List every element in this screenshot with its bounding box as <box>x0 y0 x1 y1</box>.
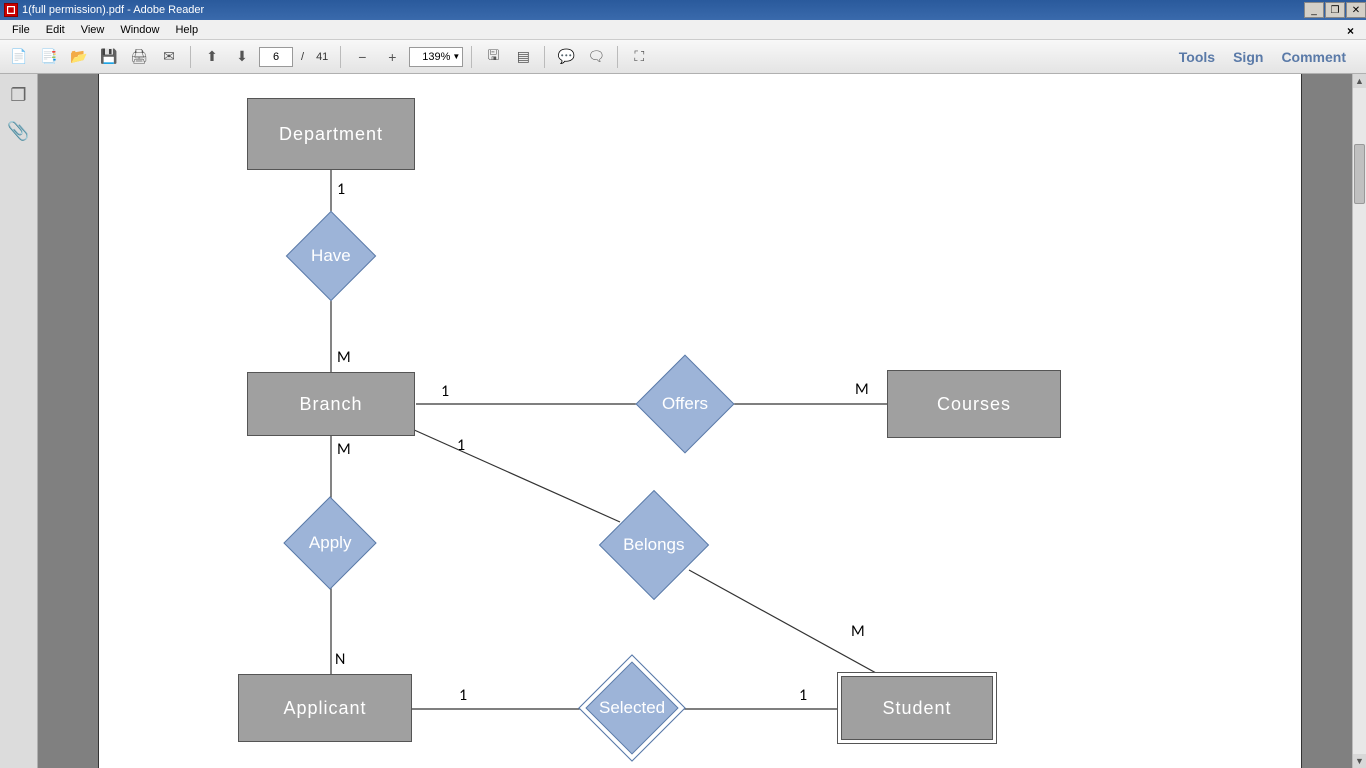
comment-button[interactable]: Comment <box>1281 49 1346 65</box>
entity-student: Student <box>837 672 997 744</box>
page-separator: / <box>297 51 308 63</box>
page-up-icon[interactable]: ⬆ <box>199 44 225 70</box>
email-icon[interactable]: ✉ <box>156 44 182 70</box>
read-mode-icon[interactable]: ⛶ <box>626 44 652 70</box>
page-total: 41 <box>312 51 332 63</box>
window-title: 1(full permission).pdf - Adobe Reader <box>22 4 204 16</box>
card-dept-have: 1 <box>337 180 345 199</box>
zoom-select[interactable]: 139%▼ <box>409 47 463 67</box>
menu-window[interactable]: Window <box>112 22 167 38</box>
menu-edit[interactable]: Edit <box>38 22 73 38</box>
create-pdf-icon[interactable]: 📑 <box>36 44 62 70</box>
page-number-input[interactable] <box>259 47 293 67</box>
menu-help[interactable]: Help <box>167 22 206 38</box>
comment-icon[interactable]: 💬 <box>553 44 579 70</box>
thumbnails-icon[interactable]: ❐ <box>8 84 30 106</box>
pdf-page: Department Branch Courses Applicant Stud… <box>98 74 1302 768</box>
entity-courses: Courses <box>887 370 1061 438</box>
card-have-branch: M <box>337 348 351 367</box>
export-pdf-icon[interactable]: 📄 <box>6 44 32 70</box>
card-belongs-student: M <box>851 622 865 641</box>
er-diagram: Department Branch Courses Applicant Stud… <box>99 74 1301 768</box>
scroll-thumb[interactable] <box>1354 144 1365 204</box>
close-button[interactable]: ✕ <box>1346 2 1366 18</box>
page-down-icon[interactable]: ⬇ <box>229 44 255 70</box>
sign-button[interactable]: Sign <box>1233 49 1263 65</box>
card-applicant-selected: 1 <box>459 686 467 705</box>
save-copy-icon[interactable]: 🖫 <box>480 44 506 70</box>
card-selected-student: 1 <box>799 686 807 705</box>
zoom-out-icon[interactable]: − <box>349 44 375 70</box>
save-icon[interactable]: 💾 <box>96 44 122 70</box>
menu-view[interactable]: View <box>73 22 113 38</box>
restore-button[interactable]: ❐ <box>1325 2 1345 18</box>
entity-branch: Branch <box>247 372 415 436</box>
entity-applicant: Applicant <box>238 674 412 742</box>
scroll-down-icon[interactable]: ▼ <box>1353 754 1366 768</box>
nav-sidebar: ❐ 📎 <box>0 74 38 768</box>
menu-file[interactable]: File <box>4 22 38 38</box>
doc-close-button[interactable]: × <box>1339 22 1362 40</box>
minimize-button[interactable]: _ <box>1304 2 1324 18</box>
card-apply-applicant: N <box>335 650 345 669</box>
zoom-in-icon[interactable]: + <box>379 44 405 70</box>
card-branch-belongs: 1 <box>457 436 465 455</box>
entity-department: Department <box>247 98 415 170</box>
title-bar: 1(full permission).pdf - Adobe Reader _ … <box>0 0 1366 20</box>
scroll-up-icon[interactable]: ▲ <box>1353 74 1366 88</box>
menu-bar: File Edit View Window Help × <box>0 20 1366 40</box>
card-offers-courses: M <box>855 380 869 399</box>
open-icon[interactable]: 📂 <box>66 44 92 70</box>
print-icon[interactable]: 🖨 <box>126 44 152 70</box>
card-branch-offers: 1 <box>441 382 449 401</box>
app-icon <box>4 3 18 17</box>
vertical-scrollbar[interactable]: ▲ ▼ <box>1352 74 1366 768</box>
document-area[interactable]: Department Branch Courses Applicant Stud… <box>38 74 1352 768</box>
typewriter-icon[interactable]: ▤ <box>510 44 536 70</box>
toolbar: 📄 📑 📂 💾 🖨 ✉ ⬆ ⬇ / 41 − + 139%▼ 🖫 ▤ 💬 🗨 ⛶… <box>0 40 1366 74</box>
highlight-icon[interactable]: 🗨 <box>583 44 609 70</box>
tools-button[interactable]: Tools <box>1179 49 1215 65</box>
card-branch-apply: M <box>337 440 351 459</box>
attachments-icon[interactable]: 📎 <box>8 120 30 142</box>
